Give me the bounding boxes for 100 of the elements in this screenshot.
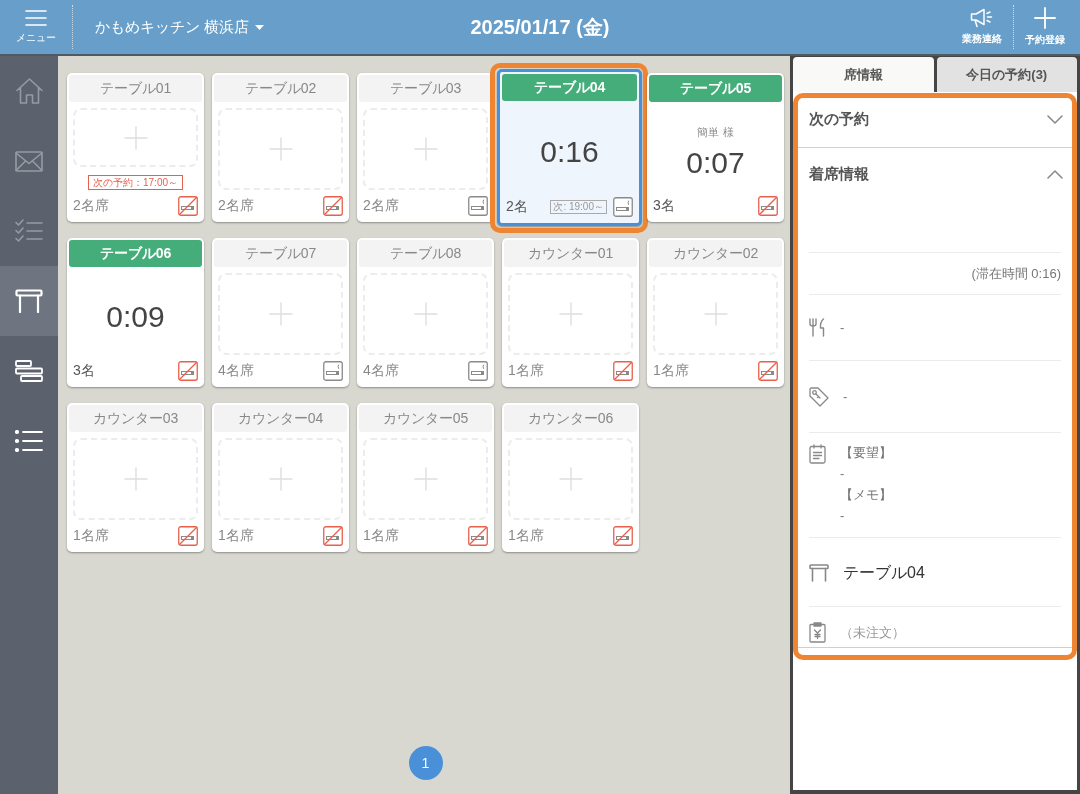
table-card[interactable]: テーブル08 4名席 <box>357 238 494 387</box>
checklist-icon <box>15 219 43 243</box>
fork-knife-icon <box>809 318 826 337</box>
add-guest-slot[interactable] <box>653 273 778 355</box>
envelope-icon <box>15 150 43 172</box>
elapsed-time: 0:07 <box>686 145 745 180</box>
table-name-header: テーブル02 <box>214 75 347 102</box>
seat-capacity: 1名席 <box>218 527 255 545</box>
clipboard-icon <box>809 444 826 464</box>
table-card[interactable]: カウンター04 1名席 <box>212 403 349 552</box>
chevron-icon <box>1047 169 1063 179</box>
table-name-header: カウンター03 <box>69 405 202 432</box>
table-card[interactable]: テーブル02 2名席 <box>212 73 349 222</box>
seat-capacity: 4名席 <box>363 362 400 380</box>
plus-icon <box>413 137 438 161</box>
customer-name: 簡単 様 <box>697 124 734 140</box>
guest-count: 2名 <box>506 198 529 216</box>
elapsed-time: 0:16 <box>540 135 599 169</box>
add-guest-slot[interactable] <box>363 108 488 190</box>
plus-icon <box>123 125 148 150</box>
plus-icon <box>268 467 293 491</box>
seat-capacity: 1名席 <box>653 362 690 380</box>
table-name-header: テーブル05 <box>649 75 782 102</box>
home-icon <box>15 78 43 104</box>
sidebar-item[interactable] <box>0 266 58 336</box>
tag-icon <box>809 387 829 407</box>
plus-icon <box>1034 7 1056 29</box>
guest-count: 3名 <box>653 197 676 215</box>
plus-icon <box>268 302 293 326</box>
add-guest-slot[interactable] <box>73 438 198 520</box>
seat-capacity: 1名席 <box>363 527 400 545</box>
memo-line: - <box>840 465 846 483</box>
seat-name: テーブル04 <box>843 563 925 583</box>
plus-icon <box>413 467 438 491</box>
table-card[interactable]: テーブル04 0:16 2名 次: 19:00～ <box>497 69 642 226</box>
table-name-header: テーブル08 <box>359 240 492 267</box>
seat-capacity: 1名席 <box>73 527 110 545</box>
yen-receipt-icon <box>809 622 826 643</box>
seat-capacity: 1名席 <box>508 362 545 380</box>
table-icon <box>809 563 829 582</box>
next-reservation-badge: 次の予約：17:00～ <box>88 175 183 190</box>
table-card[interactable]: テーブル05 簡単 様 0:07 3名 <box>647 73 784 222</box>
table-name-header: テーブル01 <box>69 75 202 102</box>
table-name-header: テーブル03 <box>359 75 492 102</box>
stacked-bars-icon <box>15 360 43 382</box>
add-guest-slot[interactable] <box>508 438 633 520</box>
chevron-icon <box>1047 115 1063 124</box>
add-guest-slot[interactable] <box>363 438 488 520</box>
add-guest-slot[interactable] <box>363 273 488 355</box>
caret-icon <box>255 24 265 30</box>
memo-line: 【要望】 <box>840 444 892 462</box>
menu-button[interactable]: メニュー <box>0 0 72 54</box>
table-name-header: テーブル06 <box>69 240 202 267</box>
table-card[interactable]: カウンター03 1名席 <box>67 403 204 552</box>
table-icon <box>15 289 43 313</box>
page-button[interactable]: 1 <box>408 746 443 780</box>
add-guest-slot[interactable] <box>218 108 343 190</box>
table-name-header: カウンター01 <box>504 240 637 267</box>
table-card[interactable]: カウンター02 1名席 <box>647 238 784 387</box>
table-card[interactable]: カウンター05 1名席 <box>357 403 494 552</box>
course-value: - <box>840 318 845 337</box>
table-name-header: カウンター02 <box>649 240 782 267</box>
table-card[interactable]: テーブル06 0:09 3名 <box>67 238 204 387</box>
panel-tab[interactable]: 席情報 <box>793 57 934 92</box>
seat-capacity: 2名席 <box>218 197 255 215</box>
table-name-header: カウンター04 <box>214 405 347 432</box>
megaphone-icon <box>970 8 994 28</box>
add-guest-slot[interactable] <box>508 273 633 355</box>
table-name-header: テーブル07 <box>214 240 347 267</box>
notice-button[interactable]: 業務連絡 <box>951 0 1013 54</box>
table-name-header: カウンター05 <box>359 405 492 432</box>
list-icon <box>15 430 43 452</box>
add-guest-slot[interactable] <box>73 108 198 167</box>
menu-icon <box>25 9 47 26</box>
elapsed-time: 0:09 <box>106 300 165 334</box>
order-status: （未注文） <box>840 623 905 642</box>
guest-count: 3名 <box>73 362 96 380</box>
date-title: 2025/01/17 (金) <box>470 14 610 40</box>
plus-icon <box>268 137 293 161</box>
table-card[interactable]: カウンター01 1名席 <box>502 238 639 387</box>
seat-capacity: 2名席 <box>73 197 110 215</box>
seat-capacity: 1名席 <box>508 527 545 545</box>
new-reservation-button[interactable]: 予約登録 <box>1014 0 1076 54</box>
next-reservation-badge: 次: 19:00～ <box>550 200 607 214</box>
store-selector[interactable]: かもめキッチン 横浜店 <box>95 17 265 37</box>
seat-capacity: 2名席 <box>363 197 400 215</box>
plus-icon <box>123 467 148 491</box>
tag-value: - <box>843 388 848 406</box>
table-card[interactable]: テーブル01 次の予約：17:00～ 2名席 <box>67 73 204 222</box>
seat-capacity: 4名席 <box>218 362 255 380</box>
plus-icon <box>413 302 438 326</box>
table-card[interactable]: テーブル07 4名席 <box>212 238 349 387</box>
plus-icon <box>558 302 583 326</box>
add-guest-slot[interactable] <box>218 273 343 355</box>
plus-icon <box>558 467 583 491</box>
table-card[interactable]: カウンター06 1名席 <box>502 403 639 552</box>
section-header[interactable]: 着席情報 <box>793 148 1077 200</box>
section-header[interactable]: 次の予約 <box>793 92 1077 148</box>
panel-tab[interactable]: 今日の予約(3) <box>936 57 1077 92</box>
add-guest-slot[interactable] <box>218 438 343 520</box>
